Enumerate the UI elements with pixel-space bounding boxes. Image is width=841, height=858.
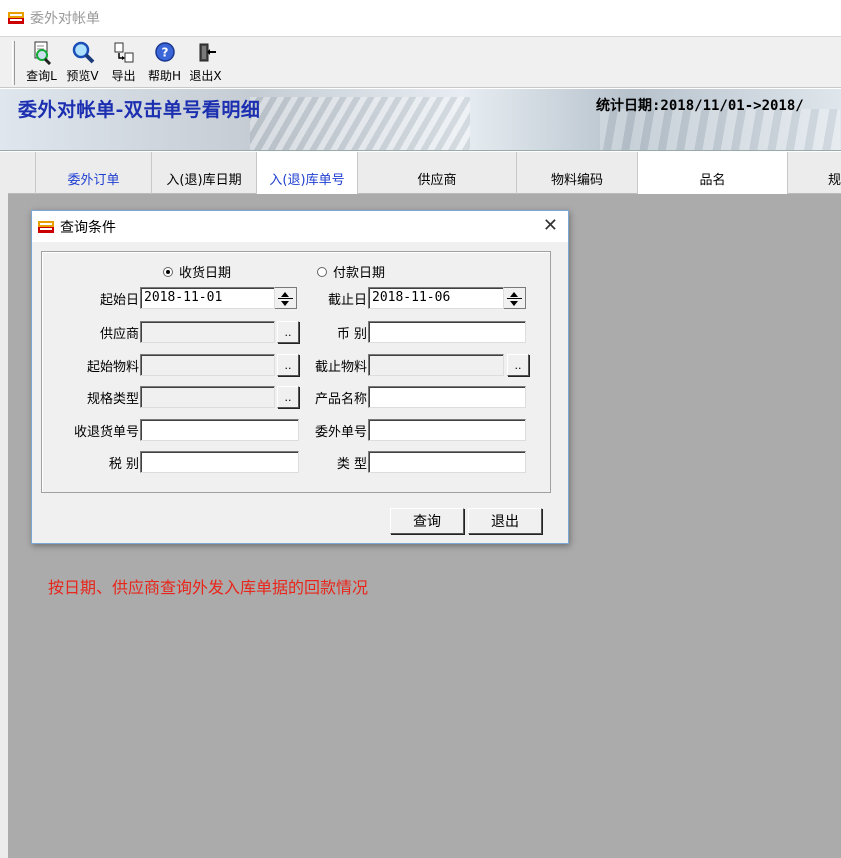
- preview-toolbar-label: 预览V: [66, 69, 99, 83]
- start-material-field[interactable]: [140, 354, 275, 376]
- banner-decoration-right: [600, 109, 840, 150]
- preview-toolbar-button[interactable]: 预览V: [62, 37, 103, 87]
- radio-unselected-icon: [317, 266, 327, 277]
- exit-button[interactable]: 退出: [468, 508, 542, 534]
- help-toolbar-button[interactable]: ? 帮助H: [144, 37, 185, 87]
- grid-left-strip: [0, 152, 8, 858]
- export-toolbar-label: 导出: [111, 69, 136, 83]
- end-material-browse-button[interactable]: ..: [507, 354, 529, 376]
- window-title-bar: 委外对帐单: [0, 0, 841, 36]
- app-logo-icon: [8, 12, 24, 24]
- end-date-spinner[interactable]: [504, 287, 526, 309]
- supplier-label: 供应商: [99, 327, 139, 342]
- end-material-field[interactable]: [368, 354, 504, 376]
- exit-toolbar-button[interactable]: 退出X: [185, 37, 226, 87]
- report-hint: 按日期、供应商查询外发入库单据的回款情况: [48, 578, 369, 597]
- column-header-receipt-date[interactable]: 入(退)库日期: [152, 152, 257, 194]
- grid-row-indicator-header: [8, 152, 36, 194]
- magnifier-icon: [70, 41, 96, 65]
- radio-receive-date-label: 收货日期: [179, 266, 232, 281]
- column-header-supplier[interactable]: 供应商: [358, 152, 517, 194]
- start-material-label: 起始物料: [86, 360, 139, 375]
- grid-header: 委外订单 入(退)库日期 入(退)库单号 供应商 物料编码 品名 规: [8, 152, 841, 194]
- banner-decoration: [250, 97, 470, 150]
- report-heading: 委外对帐单-双击单号看明细: [18, 99, 261, 121]
- report-banner: 委外对帐单-双击单号看明细 统计日期:2018/11/01->2018/: [0, 89, 841, 151]
- spec-type-field[interactable]: [140, 386, 275, 408]
- category-field[interactable]: [368, 451, 526, 473]
- column-header-material-code[interactable]: 物料编码: [517, 152, 638, 194]
- query-toolbar-button[interactable]: 查询L: [21, 37, 62, 87]
- start-date-label: 起始日: [99, 293, 139, 308]
- spec-type-browse-button[interactable]: ..: [277, 386, 299, 408]
- dialog-title: 查询条件: [60, 219, 116, 236]
- category-label: 类 型: [336, 457, 367, 472]
- column-header-receipt-number[interactable]: 入(退)库单号: [257, 152, 358, 194]
- start-date-field[interactable]: 2018-11-01: [140, 287, 275, 309]
- toolbar-grip[interactable]: [12, 41, 15, 85]
- radio-receive-date[interactable]: 收货日期: [163, 262, 231, 281]
- close-icon[interactable]: ✕: [543, 215, 558, 237]
- export-icon: [111, 41, 137, 65]
- help-toolbar-label: 帮助H: [147, 69, 182, 83]
- window-title: 委外对帐单: [30, 11, 100, 27]
- toolbar: 查询L 预览V 导出 ? 帮助H 退出X: [0, 36, 841, 88]
- tax-type-field[interactable]: [140, 451, 299, 473]
- exit-toolbar-label: 退出X: [189, 69, 222, 83]
- start-material-browse-button[interactable]: ..: [277, 354, 299, 376]
- query-toolbar-label: 查询L: [26, 69, 57, 83]
- supplier-browse-button[interactable]: ..: [277, 321, 299, 343]
- supplier-field[interactable]: [140, 321, 275, 343]
- end-date-field[interactable]: 2018-11-06: [368, 287, 504, 309]
- receipt-number-field[interactable]: [140, 419, 299, 441]
- dialog-app-icon: [38, 220, 54, 233]
- column-header-product-name[interactable]: 品名: [638, 152, 788, 194]
- export-toolbar-button[interactable]: 导出: [103, 37, 144, 87]
- receipt-number-label: 收退货单号: [73, 425, 139, 440]
- currency-field[interactable]: [368, 321, 526, 343]
- end-material-label: 截止物料: [314, 360, 367, 375]
- query-conditions-dialog: 查询条件 ✕ 收货日期 付款日期 起始日 2018-11-01 截止日 2018…: [31, 210, 569, 544]
- spec-type-label: 规格类型: [86, 392, 139, 407]
- outsource-number-field[interactable]: [368, 419, 526, 441]
- currency-label: 币 别: [336, 327, 367, 342]
- outsource-number-label: 委外单号: [314, 425, 367, 440]
- column-header-spec[interactable]: 规: [788, 152, 841, 194]
- query-button[interactable]: 查询: [390, 508, 464, 534]
- dialog-title-bar: 查询条件 ✕: [32, 211, 568, 242]
- product-name-field[interactable]: [368, 386, 526, 408]
- help-icon: ?: [152, 41, 178, 65]
- end-date-label: 截止日: [327, 293, 367, 308]
- product-name-label: 产品名称: [314, 392, 367, 407]
- document-magnifier-icon: [29, 41, 55, 66]
- radio-payment-date-label: 付款日期: [333, 266, 386, 281]
- column-header-outsource-order[interactable]: 委外订单: [36, 152, 152, 194]
- exit-door-icon: [193, 41, 219, 65]
- radio-selected-icon: [163, 266, 173, 277]
- radio-payment-date[interactable]: 付款日期: [317, 262, 385, 281]
- start-date-spinner[interactable]: [275, 287, 297, 309]
- tax-type-label: 税 别: [108, 457, 139, 472]
- statistics-date-range: 统计日期:2018/11/01->2018/: [596, 98, 804, 114]
- svg-text:?: ?: [161, 46, 168, 60]
- query-conditions-group: 收货日期 付款日期 起始日 2018-11-01 截止日 2018-11-06 …: [41, 251, 551, 493]
